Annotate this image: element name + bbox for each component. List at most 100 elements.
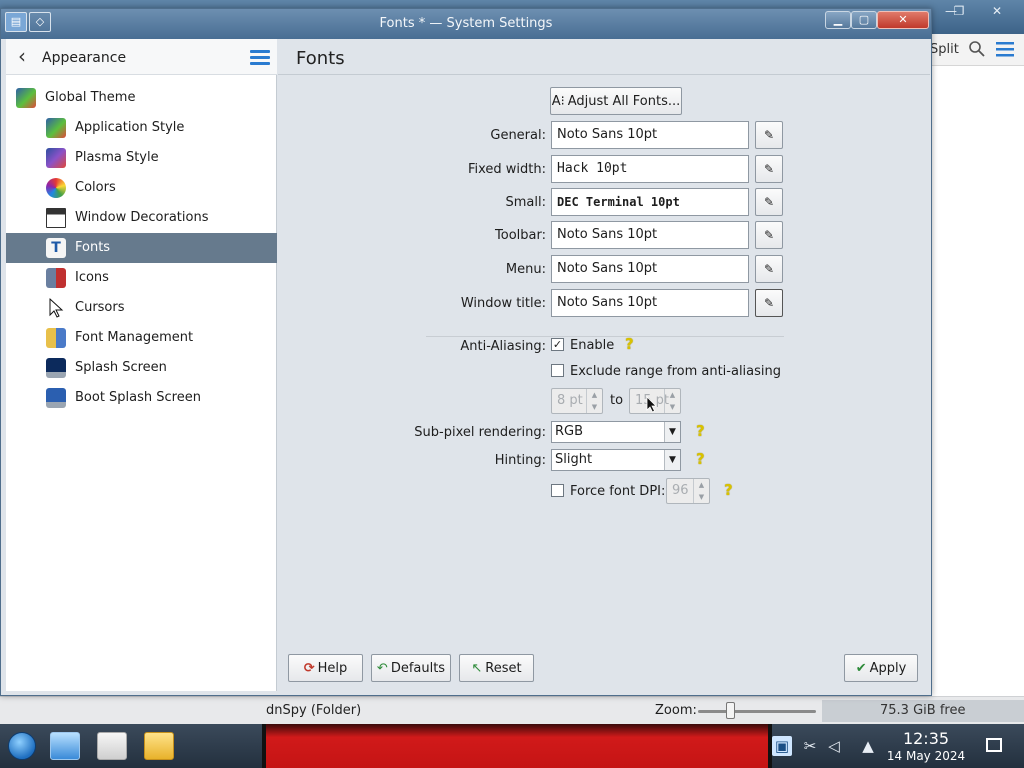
taskbar-clock[interactable]: 12:35 14 May 2024 bbox=[880, 730, 972, 764]
fixed-width-font-field: Hack 10pt bbox=[551, 155, 749, 183]
sidebar: ‹ Appearance Global Theme Application St… bbox=[6, 39, 277, 691]
clock-time: 12:35 bbox=[902, 729, 950, 748]
subpixel-rendering-select[interactable]: RGB ▼ bbox=[551, 421, 681, 443]
exclude-range-from-spinbox: 8 pt ▲ ▼ bbox=[551, 388, 603, 414]
force-dpi-help-icon[interactable]: ? bbox=[724, 481, 733, 499]
bg-close-icon[interactable]: ✕ bbox=[982, 2, 1012, 20]
boot-splash-screen-icon bbox=[46, 388, 66, 408]
anti-aliasing-enable-label[interactable]: Enable bbox=[570, 338, 614, 353]
toolbar-font-label: Toolbar: bbox=[495, 228, 546, 243]
window-titlebar[interactable]: ▤ ◇ Fonts * — System Settings ▁ ▢ ✕ bbox=[1, 9, 931, 39]
subpixel-help-icon[interactable]: ? bbox=[696, 422, 705, 440]
sidebar-item-label: Font Management bbox=[75, 330, 194, 345]
main-header: Fonts bbox=[278, 39, 930, 75]
splash-screen-icon bbox=[46, 358, 66, 378]
small-font-choose-button[interactable]: ✎ bbox=[755, 188, 783, 216]
toolbar-font-choose-button[interactable]: ✎ bbox=[755, 221, 783, 249]
tray-volume-icon[interactable]: ◁ bbox=[824, 736, 844, 756]
sidebar-item-colors[interactable]: Colors bbox=[6, 173, 277, 203]
window-title-font-field: Noto Sans 10pt bbox=[551, 289, 749, 317]
exclude-range-label[interactable]: Exclude range from anti-aliasing bbox=[570, 364, 781, 379]
subpixel-rendering-value: RGB bbox=[555, 424, 584, 439]
window-decorations-icon bbox=[46, 208, 66, 228]
range-to-stepper: ▲ ▼ bbox=[664, 389, 680, 413]
subpixel-rendering-label: Sub-pixel rendering: bbox=[414, 425, 546, 440]
notifications-icon[interactable] bbox=[986, 738, 1002, 752]
exclude-range-checkbox[interactable] bbox=[551, 364, 564, 377]
sidebar-item-window-decorations[interactable]: Window Decorations bbox=[6, 203, 277, 233]
background-statusbar: dnSpy (Folder) Zoom: 75.3 GiB free bbox=[0, 696, 1024, 724]
general-font-choose-button[interactable]: ✎ bbox=[755, 121, 783, 149]
back-arrow-icon[interactable]: ‹ bbox=[18, 46, 34, 67]
sidebar-item-label: Icons bbox=[75, 270, 109, 285]
sidebar-item-fonts[interactable]: T Fonts bbox=[6, 233, 277, 263]
chevron-down-icon: ▼ bbox=[664, 422, 680, 442]
taskbar-app-system-settings[interactable] bbox=[50, 732, 80, 760]
anti-aliasing-help-icon[interactable]: ? bbox=[625, 335, 634, 353]
hamburger-menu-icon[interactable] bbox=[250, 50, 270, 66]
apply-button[interactable]: ✔ Apply bbox=[844, 654, 918, 682]
menu-font-field: Noto Sans 10pt bbox=[551, 255, 749, 283]
help-button[interactable]: ⟳ Help bbox=[288, 654, 363, 682]
sidebar-item-font-management[interactable]: Font Management bbox=[6, 323, 277, 353]
force-dpi-spinbox: 96 ▲ ▼ bbox=[666, 478, 710, 504]
hinting-select[interactable]: Slight ▼ bbox=[551, 449, 681, 471]
reset-button[interactable]: ↖ Reset bbox=[459, 654, 534, 682]
system-settings-window: ▤ ◇ Fonts * — System Settings ▁ ▢ ✕ ‹ Ap… bbox=[0, 8, 932, 696]
search-icon[interactable] bbox=[968, 40, 986, 58]
icons-icon bbox=[46, 268, 66, 288]
taskbar-window-preview[interactable] bbox=[262, 724, 772, 768]
sidebar-item-application-style[interactable]: Application Style bbox=[6, 113, 277, 143]
mouse-pointer-icon bbox=[646, 396, 657, 413]
sidebar-item-label: Application Style bbox=[75, 120, 185, 135]
menu-font-choose-button[interactable]: ✎ bbox=[755, 255, 783, 283]
sidebar-item-label: Global Theme bbox=[45, 90, 136, 105]
window-title-font-choose-button[interactable]: ✎ bbox=[755, 289, 783, 317]
anti-aliasing-enable-checkbox[interactable]: ✓ bbox=[551, 338, 564, 351]
sidebar-item-icons[interactable]: Icons bbox=[6, 263, 277, 293]
taskbar-app-editor[interactable] bbox=[97, 732, 127, 760]
force-dpi-checkbox[interactable] bbox=[551, 484, 564, 497]
hamburger-menu-icon[interactable] bbox=[996, 41, 1014, 57]
split-button[interactable]: Split bbox=[930, 42, 959, 57]
help-button-label: Help bbox=[317, 660, 348, 676]
chevron-down-icon: ▼ bbox=[664, 450, 680, 470]
defaults-button[interactable]: ↶ Defaults bbox=[371, 654, 451, 682]
bg-restore-icon[interactable]: ❐ bbox=[944, 2, 974, 20]
sidebar-item-label: Fonts bbox=[75, 240, 111, 255]
fixed-width-font-choose-button[interactable]: ✎ bbox=[755, 155, 783, 183]
sidebar-item-label: Window Decorations bbox=[75, 210, 209, 225]
sidebar-item-global-theme[interactable]: Global Theme bbox=[6, 83, 277, 113]
adjust-all-fonts-label: Adjust All Fonts... bbox=[567, 93, 681, 109]
zoom-slider-track[interactable] bbox=[698, 710, 816, 713]
hinting-label: Hinting: bbox=[494, 453, 546, 468]
tray-expand-icon[interactable]: ▲ bbox=[858, 736, 878, 756]
toolbar-font-field: Noto Sans 10pt bbox=[551, 221, 749, 249]
force-dpi-stepper: ▲ ▼ bbox=[693, 479, 709, 503]
hinting-help-icon[interactable]: ? bbox=[696, 450, 705, 468]
reset-icon: ↖ bbox=[471, 660, 483, 676]
tray-scissors-icon[interactable]: ✂ bbox=[800, 736, 820, 756]
zoom-slider-handle[interactable] bbox=[726, 702, 735, 719]
close-button[interactable]: ✕ bbox=[877, 11, 929, 29]
background-content bbox=[930, 66, 1024, 698]
sidebar-item-plasma-style[interactable]: Plasma Style bbox=[6, 143, 277, 173]
sidebar-item-label: Cursors bbox=[75, 300, 125, 315]
small-font-label: Small: bbox=[505, 195, 547, 210]
sidebar-item-splash-screen[interactable]: Splash Screen bbox=[6, 353, 277, 383]
checkmark-icon: ✔ bbox=[855, 660, 867, 676]
minimize-button[interactable]: ▁ bbox=[825, 11, 851, 29]
taskbar-app-folder[interactable] bbox=[144, 732, 174, 760]
adjust-all-fonts-button[interactable]: A⁝ Adjust All Fonts... bbox=[550, 87, 682, 115]
defaults-icon: ↶ bbox=[376, 660, 388, 676]
page-title: Fonts bbox=[296, 48, 345, 69]
sidebar-item-label: Splash Screen bbox=[75, 360, 167, 375]
sidebar-item-boot-splash-screen[interactable]: Boot Splash Screen bbox=[6, 383, 277, 413]
free-space-indicator: 75.3 GiB free bbox=[822, 700, 1024, 722]
sidebar-item-cursors[interactable]: Cursors bbox=[6, 293, 277, 323]
force-dpi-label[interactable]: Force font DPI: bbox=[570, 484, 665, 499]
start-button[interactable] bbox=[8, 732, 36, 760]
tray-network-icon[interactable]: ▣ bbox=[772, 736, 792, 756]
maximize-button[interactable]: ▢ bbox=[851, 11, 877, 29]
fonts-icon: T bbox=[46, 238, 66, 258]
